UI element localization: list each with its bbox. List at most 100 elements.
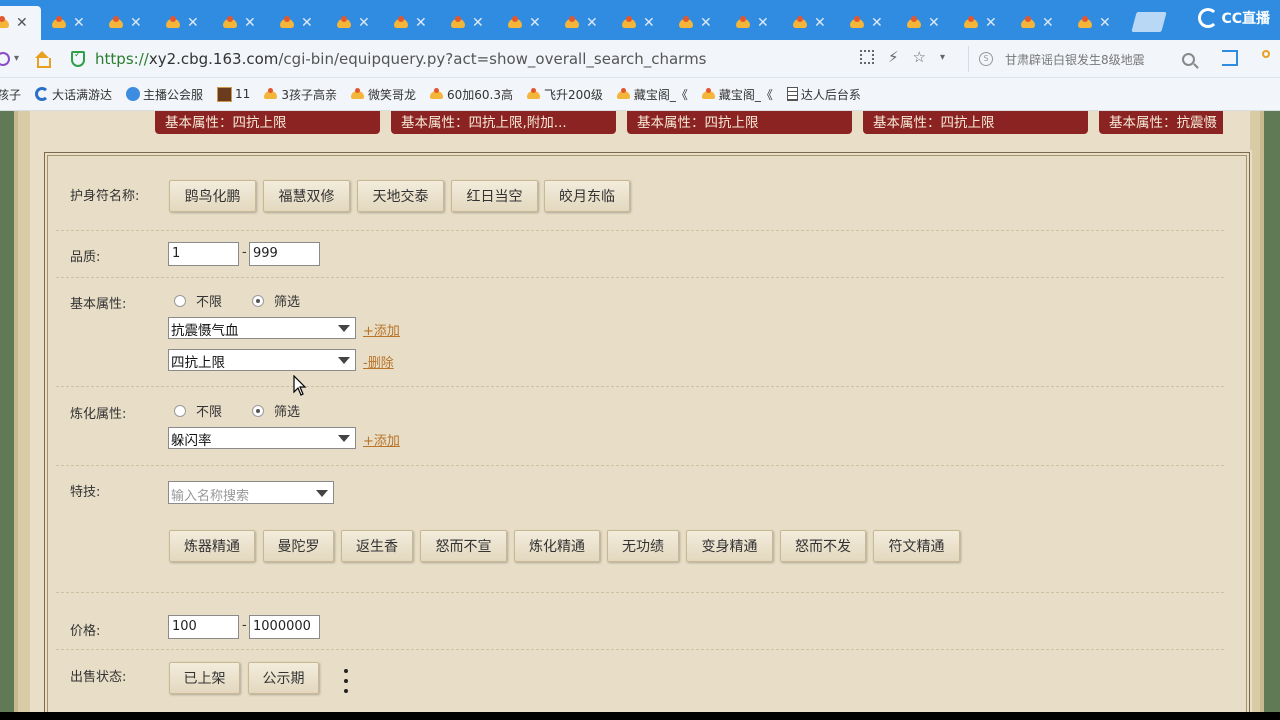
bookmark-item[interactable]: 主播公会服: [126, 86, 203, 103]
close-tab-icon[interactable]: ✕: [586, 16, 598, 30]
bookmark-item[interactable]: 11: [217, 86, 250, 102]
bookmark-item[interactable]: 60加60.3高: [429, 86, 513, 103]
bookmark-item[interactable]: 微笑哥龙: [350, 86, 416, 103]
quality-max-input[interactable]: 999: [249, 242, 320, 266]
price-min-input[interactable]: 100: [168, 615, 239, 639]
saved-search-chip[interactable]: 基本属性：四抗上限: [627, 111, 852, 134]
sale-status-button[interactable]: 已上架: [169, 662, 240, 694]
skill-button[interactable]: 怒而不宣: [420, 530, 507, 562]
browser-tab[interactable]: ✕: [41, 6, 98, 40]
chevron-down-icon[interactable]: ▾: [14, 53, 19, 64]
search-box[interactable]: S 甘肃辟谣白银发生8级地震: [968, 46, 1204, 72]
bookmark-item[interactable]: 飞升200级: [526, 86, 603, 103]
basic-attr-unlimited-radio[interactable]: 不限: [174, 291, 222, 310]
close-tab-icon[interactable]: ✕: [187, 16, 199, 30]
close-tab-icon[interactable]: ✕: [301, 16, 313, 30]
add-basic-attr-link[interactable]: +添加: [363, 320, 400, 339]
new-tab-button[interactable]: [1131, 12, 1167, 32]
close-tab-icon[interactable]: ✕: [928, 16, 940, 30]
skill-button[interactable]: 怒而不发: [780, 530, 866, 562]
bookmark-item[interactable]: 孩子: [0, 86, 21, 103]
qr-code-icon[interactable]: [860, 50, 874, 64]
close-tab-icon[interactable]: ✕: [244, 16, 256, 30]
bookmark-item[interactable]: 藏宝阁_《: [616, 86, 688, 103]
key-icon[interactable]: [1262, 50, 1270, 58]
saved-search-chip[interactable]: 基本属性：四抗上限: [863, 111, 1088, 134]
browser-tab[interactable]: ✕: [155, 6, 212, 40]
browser-tab[interactable]: ✕: [782, 6, 839, 40]
skill-button[interactable]: 无功绩: [607, 530, 679, 562]
browser-tab[interactable]: ✕: [611, 6, 668, 40]
search-input[interactable]: 甘肃辟谣白银发生8级地震: [1005, 51, 1170, 68]
login-icon[interactable]: [1222, 50, 1238, 66]
star-icon[interactable]: ☆: [913, 48, 926, 66]
url-field[interactable]: https://xy2.cbg.163.com/cgi-bin/equipque…: [95, 50, 706, 68]
refine-attr-select-1[interactable]: 躲闪率: [168, 427, 356, 449]
close-tab-icon[interactable]: ✕: [985, 16, 997, 30]
charm-name-button[interactable]: 福慧双修: [263, 180, 350, 212]
charm-name-button[interactable]: 天地交泰: [357, 180, 444, 212]
browser-tab[interactable]: ✕: [839, 6, 896, 40]
close-tab-icon[interactable]: ✕: [700, 16, 712, 30]
bookmark-item[interactable]: 达人后台系: [786, 86, 861, 103]
charm-name-button[interactable]: 鹍鸟化鹏: [169, 180, 256, 212]
lightning-icon[interactable]: ⚡: [888, 48, 899, 66]
browser-tab[interactable]: ✕: [98, 6, 155, 40]
close-tab-icon[interactable]: ✕: [415, 16, 427, 30]
delete-basic-attr-link[interactable]: -删除: [363, 352, 394, 371]
browser-tab[interactable]: ✕: [497, 6, 554, 40]
bookmark-item[interactable]: 藏宝阁_《: [701, 86, 773, 103]
close-tab-icon[interactable]: ✕: [643, 16, 655, 30]
skill-button[interactable]: 炼化精通: [514, 530, 600, 562]
dropdown-icon[interactable]: ▾: [940, 52, 945, 63]
browser-tab[interactable]: ✕: [440, 6, 497, 40]
close-tab-icon[interactable]: ✕: [529, 16, 541, 30]
more-vertical-icon[interactable]: [343, 669, 349, 693]
home-icon[interactable]: [33, 50, 52, 68]
close-tab-icon[interactable]: ✕: [73, 16, 85, 30]
browser-tab[interactable]: ✕: [383, 6, 440, 40]
undo-icon[interactable]: [0, 51, 10, 66]
add-refine-attr-link[interactable]: +添加: [363, 430, 400, 449]
sale-status-button[interactable]: 公示期: [248, 662, 319, 694]
browser-tab[interactable]: ✕: [896, 6, 953, 40]
skill-button[interactable]: 符文精通: [873, 530, 960, 562]
close-tab-icon[interactable]: ✕: [757, 16, 769, 30]
basic-attr-filter-radio[interactable]: 筛选: [252, 291, 300, 310]
charm-name-button[interactable]: 红日当空: [451, 180, 538, 212]
refine-attr-filter-radio[interactable]: 筛选: [252, 401, 300, 420]
saved-search-chip[interactable]: 基本属性：四抗上限: [155, 111, 380, 134]
skill-button[interactable]: 变身精通: [686, 530, 773, 562]
browser-tab[interactable]: ✕: [269, 6, 326, 40]
close-tab-icon[interactable]: ✕: [358, 16, 370, 30]
skill-button[interactable]: 炼器精通: [169, 530, 255, 562]
browser-tab[interactable]: ✕: [668, 6, 725, 40]
browser-tab[interactable]: ✕: [212, 6, 269, 40]
close-tab-icon[interactable]: ✕: [472, 16, 484, 30]
basic-attr-select-2[interactable]: 四抗上限: [168, 349, 356, 371]
skill-button[interactable]: 返生香: [341, 530, 413, 562]
skill-search-input[interactable]: 输入名称搜索: [168, 481, 334, 504]
bookmark-item[interactable]: 大话满游达: [35, 86, 112, 103]
saved-search-chip[interactable]: 基本属性：四抗上限,附加...: [391, 111, 616, 134]
bookmark-item[interactable]: 3孩子高亲: [264, 86, 337, 103]
close-tab-icon[interactable]: ✕: [871, 16, 883, 30]
basic-attr-select-1[interactable]: 抗震慑气血: [168, 317, 356, 339]
browser-tab[interactable]: ✕: [1010, 6, 1067, 40]
browser-tab[interactable]: ✕: [0, 6, 41, 40]
saved-search-chip[interactable]: 基本属性：抗震慑: [1099, 111, 1223, 134]
browser-tab[interactable]: ✕: [554, 6, 611, 40]
close-tab-icon[interactable]: ✕: [1042, 16, 1054, 30]
skill-button[interactable]: 曼陀罗: [263, 530, 334, 562]
close-tab-icon[interactable]: ✕: [814, 16, 826, 30]
browser-tab[interactable]: ✕: [326, 6, 383, 40]
close-tab-icon[interactable]: ✕: [130, 16, 142, 30]
charm-name-button[interactable]: 皎月东临: [544, 180, 630, 212]
browser-tab[interactable]: ✕: [953, 6, 1010, 40]
quality-min-input[interactable]: 1: [168, 242, 239, 266]
close-tab-icon[interactable]: ✕: [1099, 16, 1111, 30]
price-max-input[interactable]: 1000000: [249, 615, 320, 639]
search-icon[interactable]: [1182, 52, 1195, 66]
browser-tab[interactable]: ✕: [725, 6, 782, 40]
close-tab-icon[interactable]: ✕: [16, 16, 28, 30]
